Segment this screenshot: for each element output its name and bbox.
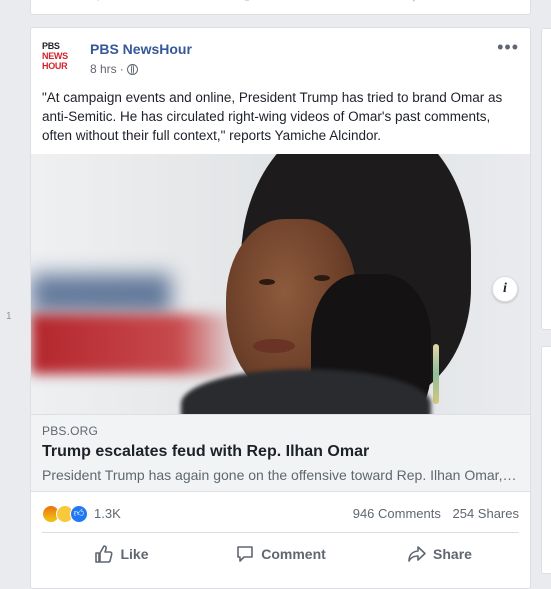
news-feed-post: PBS NEWS HOUR PBS NewsHour 8 hrs · ••• "… (30, 27, 531, 589)
comment-icon (237, 546, 254, 562)
shares-count[interactable]: 254 Shares (453, 506, 520, 521)
engagement-counts: 946 Comments 254 Shares (345, 506, 519, 521)
reaction-icons[interactable]: 👍︎ (42, 505, 88, 523)
globe-icon[interactable] (126, 63, 138, 75)
post-text: "At campaign events and online, Presiden… (42, 90, 503, 143)
side-marker: 1 (6, 311, 12, 322)
right-column-card (541, 346, 551, 574)
like-icon[interactable]: 👍︎ (70, 505, 88, 523)
post-meta: 8 hrs · (90, 62, 138, 76)
divider (42, 532, 519, 533)
reaction-count[interactable]: 1.3K (94, 506, 121, 521)
info-icon[interactable]: i (492, 276, 518, 302)
share-button[interactable]: Share (360, 534, 519, 574)
previous-post-actions: ⌐ ○ ↗ (30, 0, 531, 15)
link-preview[interactable]: PBS.ORG Trump escalates feud with Rep. I… (31, 414, 530, 492)
share-icon[interactable]: ↗ (411, 0, 422, 6)
right-column-card (541, 28, 551, 330)
meta-separator: · (119, 62, 124, 76)
more-options-button[interactable]: ••• (497, 37, 519, 58)
link-domain: PBS.ORG (42, 424, 99, 438)
comment-button[interactable]: Comment (201, 534, 360, 574)
pbs-newshour-logo[interactable]: PBS NEWS HOUR (42, 41, 78, 77)
post-actions: Like Comment Share (42, 534, 519, 574)
like-icon[interactable]: ⌐ (97, 0, 105, 5)
link-description: President Trump has again gone on the of… (42, 467, 520, 483)
reactions-bar: 👍︎ 1.3K 946 Comments 254 Shares (42, 504, 519, 524)
post-header: PBS NEWS HOUR PBS NewsHour 8 hrs · ••• (42, 37, 519, 79)
like-button[interactable]: Like (42, 534, 201, 574)
page-name-link[interactable]: PBS NewsHour (90, 41, 192, 57)
comments-count[interactable]: 946 Comments (353, 506, 441, 521)
post-timestamp[interactable]: 8 hrs (90, 62, 117, 76)
link-preview-image[interactable] (31, 154, 530, 414)
link-title[interactable]: Trump escalates feud with Rep. Ilhan Oma… (42, 443, 369, 461)
thumbs-up-icon (95, 545, 114, 563)
share-icon (408, 546, 426, 562)
comment-icon[interactable]: ○ (243, 0, 251, 5)
